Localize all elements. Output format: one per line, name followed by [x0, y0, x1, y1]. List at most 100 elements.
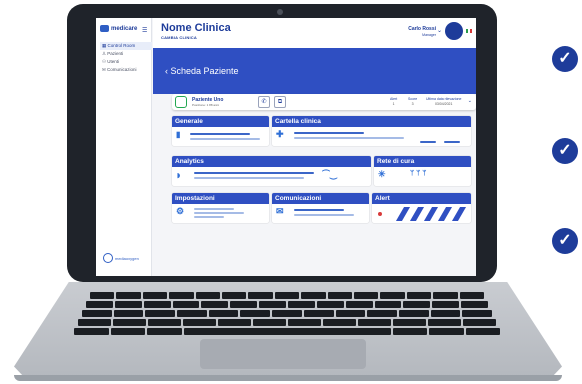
alert-stripe	[437, 207, 453, 221]
card-generale[interactable]: Generale ▮	[172, 116, 269, 146]
card-body: ▮	[172, 127, 269, 146]
info-line	[420, 141, 436, 143]
card-title: Rete di cura	[374, 156, 471, 167]
card-body: ✚	[272, 127, 471, 146]
footer-brand-name: mediaoxygen	[115, 255, 139, 261]
person-icon: ▮	[176, 130, 181, 139]
gear-icon: ⚙	[176, 206, 185, 216]
sidebar-item-label: Utenti	[107, 59, 120, 64]
card-body: ◗ ⏜⏝	[172, 167, 371, 186]
footer-logo-icon	[103, 253, 113, 263]
last-detection-stat: Ultima data rilevazione 03/04/2021	[426, 97, 461, 106]
sidebar-item-label: Pazienti	[107, 51, 124, 56]
card-title: Cartella clinica	[272, 116, 471, 127]
sidebar-item-label: Comunicazioni	[107, 67, 137, 72]
card-title: Alert	[372, 193, 471, 204]
chevron-down-icon[interactable]: ⌄	[468, 98, 472, 104]
sidebar-item-label: Control Room	[107, 43, 136, 48]
chevron-down-icon[interactable]: ⌄	[437, 27, 442, 34]
score-stat: Score 3	[408, 97, 417, 106]
patient-icon	[175, 96, 187, 108]
medical-cross-icon: ✚	[276, 129, 284, 139]
brand-mark-icon	[100, 25, 109, 32]
sidebar-nav: ▦ Control Room ♙ Pazienti ⚇ Utenti ✉ Com…	[100, 42, 152, 74]
sidebar-item-pazienti[interactable]: ♙ Pazienti	[100, 50, 152, 58]
brand-logo: medicare	[100, 25, 137, 32]
card-impostazioni[interactable]: Impostazioni ⚙	[172, 193, 269, 223]
card-body: ⚙	[172, 204, 269, 223]
alert-stripe	[395, 207, 411, 221]
network-icon: ✳	[378, 169, 386, 179]
card-alert[interactable]: Alert	[372, 193, 471, 223]
sidebar-item-utenti[interactable]: ⚇ Utenti	[100, 58, 152, 66]
user-name: Carlo Rossi	[408, 26, 436, 32]
care-network-people-icon: ᛘ ᛘ ᛘ	[410, 170, 427, 177]
score-stat-label: Score	[408, 97, 418, 101]
info-line	[194, 212, 244, 214]
sidebar-item-control-room[interactable]: ▦ Control Room	[100, 42, 152, 50]
card-comunicazioni[interactable]: Comunicazioni ✉	[272, 193, 369, 223]
patient-meta: Posizione: 1 88 anni	[192, 103, 220, 107]
card-analytics[interactable]: Analytics ◗ ⏜⏝	[172, 156, 371, 186]
info-line	[294, 132, 364, 134]
checkmark-icon: ✓	[552, 46, 578, 72]
score-stat-value: 3	[411, 102, 414, 106]
user-role: Manager	[422, 33, 436, 37]
trackpad	[200, 339, 366, 369]
keyboard-row	[90, 292, 485, 299]
keyboard-row	[86, 301, 489, 308]
last-detection-value: 03/04/2021	[434, 102, 453, 106]
card-body: ✳ ᛘ ᛘ ᛘ	[374, 167, 471, 186]
card-cartella-clinica[interactable]: Cartella clinica ✚	[272, 116, 471, 146]
card-body	[372, 204, 471, 223]
info-line	[190, 138, 260, 140]
alert-dot-icon	[378, 212, 382, 216]
alert-stat-label: Alert	[390, 97, 398, 101]
keyboard	[70, 292, 504, 338]
webcam-icon	[277, 9, 283, 15]
keyboard-row	[82, 310, 492, 317]
page-title: ‹ Scheda Paziente	[165, 66, 239, 76]
brand-name: medicare	[111, 25, 138, 32]
info-line	[194, 208, 234, 210]
checkmark-icon: ✓	[552, 228, 578, 254]
patient-summary-bar[interactable]: Paziente Uno Posizione: 1 88 anni ✆ ⧉ Al…	[172, 94, 476, 110]
info-line	[444, 141, 460, 143]
info-line	[194, 172, 314, 174]
keyboard-row	[78, 319, 496, 326]
alert-stripe	[423, 207, 439, 221]
card-body: ✉	[272, 204, 369, 223]
video-call-icon[interactable]: ⧉	[274, 96, 286, 108]
chat-icon: ✉	[276, 206, 284, 216]
alert-stat-value: 1	[392, 102, 395, 106]
phone-icon[interactable]: ✆	[258, 96, 270, 108]
line-graph-icon: ⏜⏝	[322, 170, 338, 179]
info-line	[194, 216, 224, 218]
card-title: Impostazioni	[172, 193, 269, 204]
info-line	[294, 214, 354, 216]
info-line	[194, 177, 304, 179]
user-menu[interactable]: Carlo Rossi Manager	[408, 26, 436, 37]
page-title-text: Scheda Paziente	[170, 66, 239, 76]
card-rete-di-cura[interactable]: Rete di cura ✳ ᛘ ᛘ ᛘ	[374, 156, 471, 186]
info-line	[190, 133, 250, 135]
change-clinic-link[interactable]: CAMBIA CLINICA	[161, 35, 197, 40]
laptop-mockup: medicare ☰ ▦ Control Room ♙ Pazienti ⚇ U…	[0, 0, 582, 384]
sidebar: medicare ☰ ▦ Control Room ♙ Pazienti ⚇ U…	[96, 18, 152, 276]
avatar[interactable]	[445, 22, 463, 40]
card-title: Analytics	[172, 156, 371, 167]
clinic-name: Nome Clinica	[161, 22, 231, 34]
hamburger-menu-icon[interactable]: ☰	[142, 27, 147, 34]
page-banner: ‹ Scheda Paziente	[153, 48, 476, 94]
sidebar-item-comunicazioni[interactable]: ✉ Comunicazioni	[100, 66, 152, 74]
alert-stat: Alert 1	[390, 97, 397, 106]
checkmark-icon: ✓	[552, 138, 578, 164]
info-line	[294, 137, 404, 139]
alert-stripe	[409, 207, 425, 221]
italian-flag-icon[interactable]	[466, 29, 472, 33]
info-line	[294, 209, 344, 211]
keyboard-row	[74, 328, 500, 335]
last-detection-label: Ultima data rilevazione	[426, 97, 462, 101]
laptop-base-edge	[14, 375, 562, 381]
alert-stripe	[451, 207, 467, 221]
